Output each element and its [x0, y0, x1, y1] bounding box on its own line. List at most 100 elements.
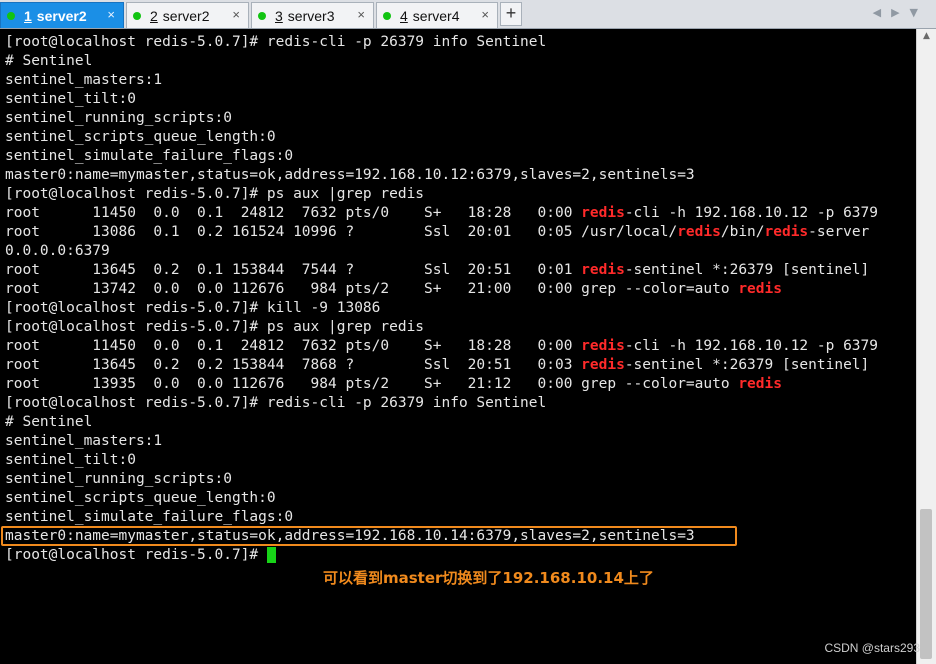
- close-icon[interactable]: ×: [357, 7, 365, 22]
- terminal-text: root 13935 0.0 0.0 112676 984 pts/2 S+ 2…: [5, 376, 739, 392]
- terminal-text: sentinel_scripts_queue_length:0: [5, 490, 276, 506]
- terminal-line: root 13742 0.0 0.0 112676 984 pts/2 S+ 2…: [5, 280, 878, 299]
- status-dot-icon: [133, 11, 141, 20]
- terminal-text: [root@localhost redis-5.0.7]#: [5, 547, 267, 563]
- terminal-line: [root@localhost redis-5.0.7]# redis-cli …: [5, 394, 878, 413]
- terminal-line: sentinel_simulate_failure_flags:0: [5, 508, 878, 527]
- terminal-text: # Sentinel: [5, 414, 93, 430]
- tab-server3[interactable]: 3 server3 ×: [251, 2, 374, 28]
- status-dot-icon: [383, 11, 391, 20]
- terminal-line: root 13935 0.0 0.0 112676 984 pts/2 S+ 2…: [5, 375, 878, 394]
- highlighted-match: redis: [581, 338, 625, 354]
- tab-label: server4: [412, 7, 460, 24]
- status-dot-icon: [7, 11, 15, 20]
- terminal-text: -server: [808, 224, 870, 240]
- terminal-text: root 11450 0.0 0.1 24812 7632 pts/0 S+ 1…: [5, 338, 582, 354]
- tab-server2-1[interactable]: 1 server2 ×: [0, 2, 124, 28]
- terminal-line: sentinel_scripts_queue_length:0: [5, 128, 878, 147]
- terminal-text: sentinel_running_scripts:0: [5, 471, 232, 487]
- terminal-text: # Sentinel: [5, 53, 93, 69]
- terminal-text: [root@localhost redis-5.0.7]# kill -9 13…: [5, 300, 381, 316]
- terminal-text: /bin/: [720, 224, 765, 240]
- terminal-line: [root@localhost redis-5.0.7]#: [5, 546, 878, 565]
- terminal-text: sentinel_running_scripts:0: [5, 110, 232, 126]
- status-dot-icon: [258, 11, 266, 20]
- terminal-line: root 13645 0.2 0.1 153844 7544 ? Ssl 20:…: [5, 261, 878, 280]
- terminal-text: -sentinel *:26379 [sentinel]: [624, 357, 870, 373]
- terminal-text: -sentinel *:26379 [sentinel]: [624, 262, 870, 278]
- terminal-text: -cli -h 192.168.10.12 -p 6379: [624, 338, 878, 354]
- tab-number: 1: [24, 7, 32, 24]
- add-tab-button[interactable]: +: [500, 2, 522, 26]
- terminal-text: sentinel_simulate_failure_flags:0: [5, 148, 294, 164]
- terminal-text: master0:name=mymaster,status=ok,address=…: [5, 167, 695, 183]
- tab-number: 4: [400, 7, 408, 24]
- terminal-text: [root@localhost redis-5.0.7]# redis-cli …: [5, 34, 547, 50]
- tab-label: server2: [162, 7, 210, 24]
- terminal-text: root 13742 0.0 0.0 112676 984 pts/2 S+ 2…: [5, 281, 739, 297]
- tab-navigation-icons[interactable]: ◀▶▼: [873, 6, 928, 19]
- watermark: CSDN @stars293: [824, 641, 920, 655]
- terminal-line: [root@localhost redis-5.0.7]# ps aux |gr…: [5, 185, 878, 204]
- terminal-line: sentinel_running_scripts:0: [5, 109, 878, 128]
- terminal-line: root 11450 0.0 0.1 24812 7632 pts/0 S+ 1…: [5, 204, 878, 223]
- tab-number: 3: [275, 7, 283, 24]
- scroll-up-icon[interactable]: ▲: [917, 31, 936, 45]
- tab-server4[interactable]: 4 server4 ×: [376, 2, 498, 28]
- terminal-line: [root@localhost redis-5.0.7]# ps aux |gr…: [5, 318, 878, 337]
- terminal-text: sentinel_simulate_failure_flags:0: [5, 509, 294, 525]
- terminal-text: sentinel_masters:1: [5, 72, 163, 88]
- highlighted-match: redis: [764, 224, 809, 240]
- close-icon[interactable]: ×: [481, 7, 489, 22]
- terminal-line: sentinel_masters:1: [5, 432, 878, 451]
- terminal-line: # Sentinel: [5, 52, 878, 71]
- terminal-lines: [root@localhost redis-5.0.7]# redis-cli …: [5, 33, 878, 565]
- highlighted-match: redis: [581, 262, 625, 278]
- terminal-line: sentinel_tilt:0: [5, 451, 878, 470]
- terminal-line: sentinel_tilt:0: [5, 90, 878, 109]
- highlight-box: [1, 526, 737, 546]
- close-icon[interactable]: ×: [232, 7, 240, 22]
- terminal-text: root 11450 0.0 0.1 24812 7632 pts/0 S+ 1…: [5, 205, 582, 221]
- tab-number: 2: [150, 7, 158, 24]
- highlighted-match: redis: [581, 357, 625, 373]
- tab-label: server3: [287, 7, 335, 24]
- terminal-text: root 13645 0.2 0.1 153844 7544 ? Ssl 20:…: [5, 262, 582, 278]
- terminal-line: sentinel_running_scripts:0: [5, 470, 878, 489]
- terminal-text: root 13645 0.2 0.2 153844 7868 ? Ssl 20:…: [5, 357, 582, 373]
- tab-bar: 1 server2 × 2 server2 × 3 server3 × 4 se…: [0, 0, 936, 29]
- scroll-thumb[interactable]: [920, 509, 932, 659]
- terminal-line: sentinel_scripts_queue_length:0: [5, 489, 878, 508]
- terminal-line: root 13086 0.1 0.2 161524 10996 ? Ssl 20…: [5, 223, 878, 242]
- terminal-line: 0.0.0.0:6379: [5, 242, 878, 261]
- highlighted-match: redis: [738, 281, 782, 297]
- vertical-scrollbar[interactable]: ▲: [916, 29, 936, 664]
- terminal-text: [root@localhost redis-5.0.7]# redis-cli …: [5, 395, 547, 411]
- terminal-text: [root@localhost redis-5.0.7]# ps aux |gr…: [5, 186, 425, 202]
- terminal-text: 0.0.0.0:6379: [5, 243, 110, 259]
- terminal-line: sentinel_masters:1: [5, 71, 878, 90]
- terminal-output[interactable]: [root@localhost redis-5.0.7]# redis-cli …: [0, 29, 916, 664]
- tab-label: server2: [36, 7, 87, 24]
- terminal-line: [root@localhost redis-5.0.7]# kill -9 13…: [5, 299, 878, 318]
- highlighted-match: redis: [677, 224, 721, 240]
- terminal-text: sentinel_masters:1: [5, 433, 163, 449]
- terminal-text: [root@localhost redis-5.0.7]# ps aux |gr…: [5, 319, 425, 335]
- highlighted-match: redis: [738, 376, 782, 392]
- terminal-text: -cli -h 192.168.10.12 -p 6379: [624, 205, 878, 221]
- cursor: [266, 547, 276, 563]
- terminal-text: sentinel_tilt:0: [5, 91, 136, 107]
- terminal-line: master0:name=mymaster,status=ok,address=…: [5, 166, 878, 185]
- terminal-line: # Sentinel: [5, 413, 878, 432]
- highlighted-match: redis: [581, 205, 625, 221]
- annotation-text: 可以看到master切换到了192.168.10.14上了: [323, 569, 654, 587]
- terminal-text: sentinel_tilt:0: [5, 452, 136, 468]
- terminal-text: sentinel_scripts_queue_length:0: [5, 129, 276, 145]
- terminal-line: [root@localhost redis-5.0.7]# redis-cli …: [5, 33, 878, 52]
- terminal-line: sentinel_simulate_failure_flags:0: [5, 147, 878, 166]
- terminal-line: root 13645 0.2 0.2 153844 7868 ? Ssl 20:…: [5, 356, 878, 375]
- close-icon[interactable]: ×: [107, 7, 115, 22]
- tab-server2-2[interactable]: 2 server2 ×: [126, 2, 249, 28]
- terminal-line: root 11450 0.0 0.1 24812 7632 pts/0 S+ 1…: [5, 337, 878, 356]
- terminal-text: root 13086 0.1 0.2 161524 10996 ? Ssl 20…: [5, 224, 678, 240]
